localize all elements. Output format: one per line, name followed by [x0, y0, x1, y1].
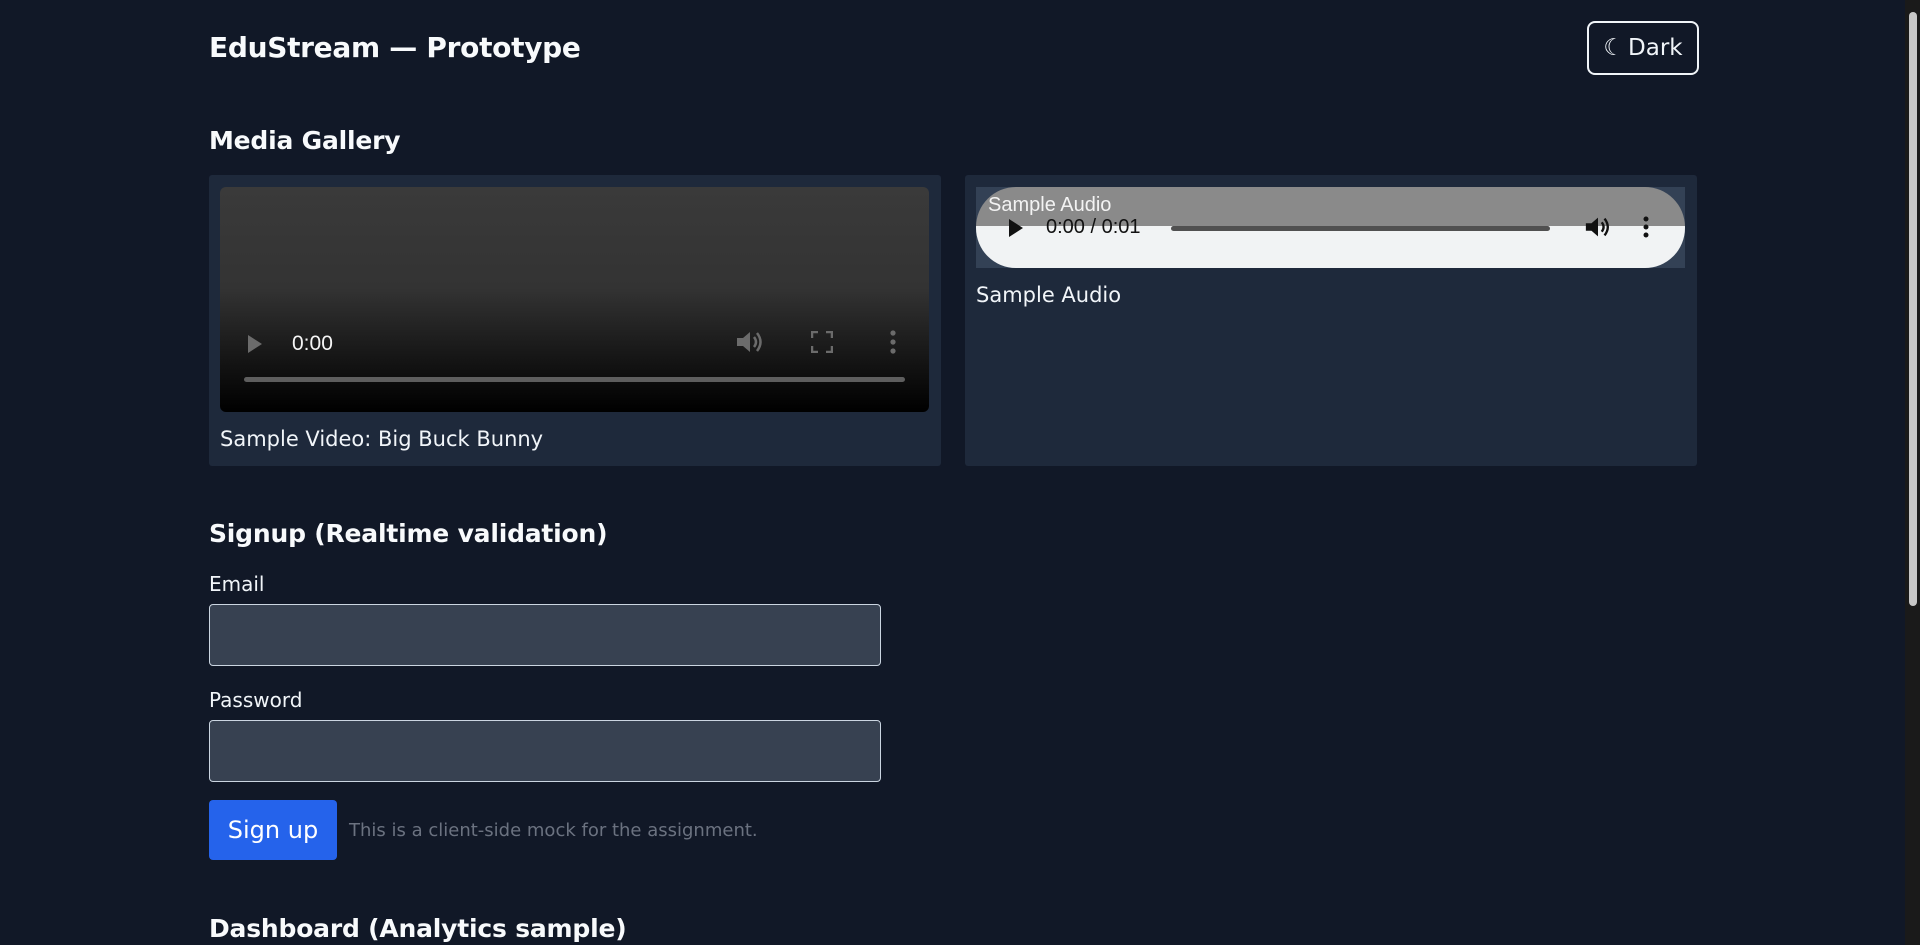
- email-label: Email: [209, 572, 265, 596]
- video-time: 0:00: [292, 332, 333, 355]
- signup-title: Signup (Realtime validation): [209, 519, 608, 548]
- page-container: EduStream — Prototype ☾ Dark Media Galle…: [209, 0, 1699, 943]
- fullscreen-icon[interactable]: [811, 331, 833, 353]
- more-options-icon[interactable]: [1643, 215, 1649, 239]
- more-options-icon[interactable]: [890, 329, 896, 355]
- signup-button[interactable]: Sign up: [209, 800, 337, 860]
- play-icon[interactable]: [1009, 219, 1023, 237]
- header: EduStream — Prototype ☾ Dark: [209, 0, 1699, 100]
- password-field[interactable]: [209, 720, 881, 782]
- email-field[interactable]: [209, 604, 881, 666]
- media-gallery-title: Media Gallery: [209, 126, 401, 155]
- signup-note: This is a client-side mock for the assig…: [349, 820, 758, 841]
- audio-player[interactable]: Sample Audio 0:00 / 0:01: [976, 187, 1685, 268]
- scrollbar-thumb[interactable]: [1909, 12, 1917, 606]
- audio-caption: Sample Audio: [976, 283, 1122, 307]
- theme-toggle-button[interactable]: ☾ Dark: [1587, 21, 1699, 75]
- video-card: 0:00 Sample Video: Big Buck Bunny: [209, 175, 941, 466]
- video-progress-bar[interactable]: [244, 377, 905, 382]
- app-title: EduStream — Prototype: [209, 31, 581, 64]
- video-player[interactable]: 0:00: [220, 187, 929, 412]
- volume-icon[interactable]: [1584, 214, 1612, 240]
- page-scrollbar[interactable]: [1905, 0, 1920, 945]
- audio-progress-bar[interactable]: [1171, 226, 1550, 231]
- audio-overlay-title: Sample Audio: [988, 194, 1112, 216]
- audio-player-wrapper: Sample Audio 0:00 / 0:01: [976, 187, 1685, 268]
- password-label: Password: [209, 688, 303, 712]
- moon-icon: ☾: [1603, 35, 1625, 61]
- theme-toggle-label: Dark: [1628, 35, 1683, 61]
- audio-time: 0:00 / 0:01: [1046, 216, 1141, 238]
- volume-icon[interactable]: [735, 329, 765, 355]
- audio-card: Sample Audio 0:00 / 0:01 Sample Audio: [965, 175, 1697, 466]
- play-icon[interactable]: [248, 335, 262, 353]
- dashboard-title: Dashboard (Analytics sample): [209, 914, 627, 943]
- video-caption: Sample Video: Big Buck Bunny: [220, 427, 544, 451]
